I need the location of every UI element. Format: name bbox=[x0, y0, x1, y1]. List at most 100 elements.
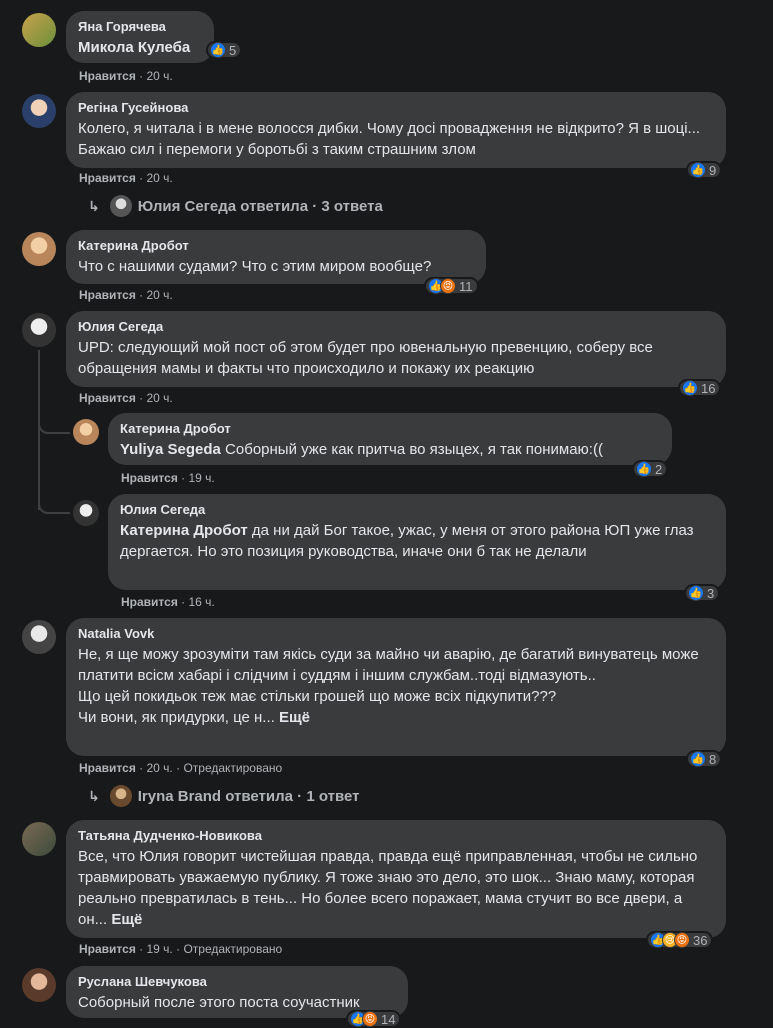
comment-author[interactable]: Юлия Сегеда bbox=[120, 502, 714, 518]
comment-actions: Нравится · 20 ч. bbox=[79, 171, 173, 185]
thread-connector bbox=[38, 498, 70, 514]
thread-connector bbox=[38, 418, 70, 434]
reaction-summary[interactable]: 👍 5 bbox=[206, 41, 243, 59]
comment-actions: Нравится · 20 ч. bbox=[79, 391, 173, 405]
comment-bubble: Natalia Vovk Не, я ще можу зрозуміти там… bbox=[66, 618, 726, 756]
comment-bubble: Регіна Гусейнова Колего, я читала і в ме… bbox=[66, 92, 726, 168]
view-replies-link[interactable]: ↳ Iryna Brand ответила · 1 ответ bbox=[88, 785, 360, 807]
reaction-count: 9 bbox=[709, 162, 717, 178]
comment-author[interactable]: Татьяна Дудченко-Новикова bbox=[78, 828, 714, 844]
comment-actions: Нравится · 16 ч. bbox=[121, 595, 215, 609]
reaction-count: 14 bbox=[381, 1011, 396, 1027]
timestamp[interactable]: 20 ч. bbox=[147, 761, 173, 775]
like-reaction-icon: 👍 bbox=[690, 751, 706, 767]
comment-bubble: Юлия Сегеда Катерина Дробот да ни дай Бо… bbox=[108, 494, 726, 590]
comment-author[interactable]: Natalia Vovk bbox=[78, 626, 714, 642]
reaction-summary[interactable]: 👍 9 bbox=[686, 161, 723, 179]
mention-link[interactable]: Микола Кулеба bbox=[78, 39, 190, 56]
reaction-count: 36 bbox=[693, 932, 708, 948]
angry-reaction-icon: 😡 bbox=[674, 932, 690, 948]
like-reaction-icon: 👍 bbox=[636, 461, 652, 477]
avatar[interactable] bbox=[73, 500, 99, 526]
comment-text: UPD: следующий мой пост об этом будет пр… bbox=[78, 339, 653, 377]
reply-avatar bbox=[109, 785, 132, 807]
comment-text: Соборный после этого поста соучастник bbox=[78, 994, 360, 1011]
like-reaction-icon: 👍 bbox=[690, 162, 706, 178]
reaction-count: 3 bbox=[707, 585, 715, 601]
reaction-count: 8 bbox=[709, 751, 717, 767]
reply-arrow-icon: ↳ bbox=[88, 787, 100, 804]
comment-author[interactable]: Юлия Сегеда bbox=[78, 319, 714, 335]
comment-bubble: Юлия Сегеда UPD: следующий мой пост об э… bbox=[66, 311, 726, 387]
comment-bubble: Татьяна Дудченко-Новикова Все, что Юлия … bbox=[66, 820, 726, 938]
comment-author[interactable]: Яна Горячева bbox=[78, 19, 202, 35]
like-reaction-icon: 👍 bbox=[688, 585, 704, 601]
mention-link[interactable]: Yuliya Segeda bbox=[120, 441, 221, 458]
avatar[interactable] bbox=[22, 620, 56, 654]
replies-summary: Юлия Сегеда ответила · 3 ответа bbox=[137, 197, 383, 215]
view-replies-link[interactable]: ↳ Юлия Сегеда ответила · 3 ответа bbox=[88, 195, 383, 217]
like-button[interactable]: Нравится bbox=[79, 69, 136, 83]
avatar[interactable] bbox=[22, 232, 56, 266]
edited-label: Отредактировано bbox=[183, 942, 283, 956]
see-more-link[interactable]: Ещё bbox=[279, 709, 310, 726]
comment-text: Колего, я читала і в мене волосся дибки.… bbox=[78, 120, 701, 158]
timestamp[interactable]: 20 ч. bbox=[147, 288, 173, 302]
mention-link[interactable]: Катерина Дробот bbox=[120, 522, 248, 539]
angry-reaction-icon: 😡 bbox=[362, 1011, 378, 1027]
reaction-summary[interactable]: 👍 😡 14 bbox=[346, 1010, 402, 1028]
like-button[interactable]: Нравится bbox=[79, 942, 136, 956]
timestamp[interactable]: 19 ч. bbox=[189, 471, 215, 485]
comment-text: Все, что Юлия говорит чистейшая правда, … bbox=[78, 848, 698, 928]
like-button[interactable]: Нравится bbox=[79, 171, 136, 185]
comment-author[interactable]: Катерина Дробот bbox=[120, 421, 660, 437]
comment-author[interactable]: Катерина Дробот bbox=[78, 238, 474, 254]
comment-text: Не, я ще можу зрозуміти там якісь суди з… bbox=[78, 646, 699, 726]
comment-bubble: Катерина Дробот Yuliya Segeda Соборный у… bbox=[108, 413, 672, 465]
timestamp[interactable]: 20 ч. bbox=[147, 391, 173, 405]
like-button[interactable]: Нравится bbox=[79, 288, 136, 302]
see-more-link[interactable]: Ещё bbox=[111, 911, 142, 928]
replies-summary: Iryna Brand ответила · 1 ответ bbox=[137, 787, 360, 805]
reaction-summary[interactable]: 👍 16 bbox=[678, 379, 722, 397]
comment-actions: Нравится · 19 ч. · Отредактировано bbox=[79, 942, 283, 956]
avatar[interactable] bbox=[73, 419, 99, 445]
comment-text: Что с нашими судами? Что с этим миром во… bbox=[78, 258, 432, 275]
reaction-summary[interactable]: 👍 2 bbox=[632, 460, 669, 478]
timestamp[interactable]: 16 ч. bbox=[189, 595, 215, 609]
avatar[interactable] bbox=[22, 94, 56, 128]
timestamp[interactable]: 20 ч. bbox=[147, 69, 173, 83]
like-reaction-icon: 👍 bbox=[210, 42, 226, 58]
timestamp[interactable]: 19 ч. bbox=[147, 942, 173, 956]
like-button[interactable]: Нравится bbox=[121, 595, 178, 609]
comment-actions: Нравится · 20 ч. bbox=[79, 69, 173, 83]
comment-actions: Нравится · 19 ч. bbox=[121, 471, 215, 485]
reaction-count: 2 bbox=[655, 461, 663, 477]
comment-text: Соборный уже как притча во языцех, я так… bbox=[220, 441, 603, 458]
avatar[interactable] bbox=[22, 968, 56, 1002]
reply-avatar bbox=[109, 195, 132, 217]
reaction-summary[interactable]: 👍 😢 😡 36 bbox=[646, 931, 714, 949]
comment-author[interactable]: Руслана Шевчукова bbox=[78, 974, 396, 990]
comment-actions: Нравится · 20 ч. · Отредактировано bbox=[79, 761, 283, 775]
reaction-count: 16 bbox=[701, 380, 716, 396]
like-button[interactable]: Нравится bbox=[121, 471, 178, 485]
timestamp[interactable]: 20 ч. bbox=[147, 171, 173, 185]
like-button[interactable]: Нравится bbox=[79, 761, 136, 775]
reaction-summary[interactable]: 👍 3 bbox=[684, 584, 721, 602]
avatar[interactable] bbox=[22, 822, 56, 856]
avatar[interactable] bbox=[22, 13, 56, 47]
edited-label: Отредактировано bbox=[183, 761, 283, 775]
comment-bubble: Катерина Дробот Что с нашими судами? Что… bbox=[66, 230, 486, 284]
reaction-summary[interactable]: 👍 8 bbox=[686, 750, 723, 768]
reaction-count: 11 bbox=[459, 278, 473, 294]
angry-reaction-icon: 😡 bbox=[440, 278, 456, 294]
comment-author[interactable]: Регіна Гусейнова bbox=[78, 100, 714, 116]
reply-arrow-icon: ↳ bbox=[88, 197, 100, 214]
comment-actions: Нравится · 20 ч. bbox=[79, 288, 173, 302]
avatar[interactable] bbox=[22, 313, 56, 347]
comment-bubble: Яна Горячева Микола Кулеба bbox=[66, 11, 214, 63]
like-button[interactable]: Нравится bbox=[79, 391, 136, 405]
reaction-summary[interactable]: 👍 😡 11 bbox=[424, 277, 479, 295]
reaction-count: 5 bbox=[229, 42, 237, 58]
